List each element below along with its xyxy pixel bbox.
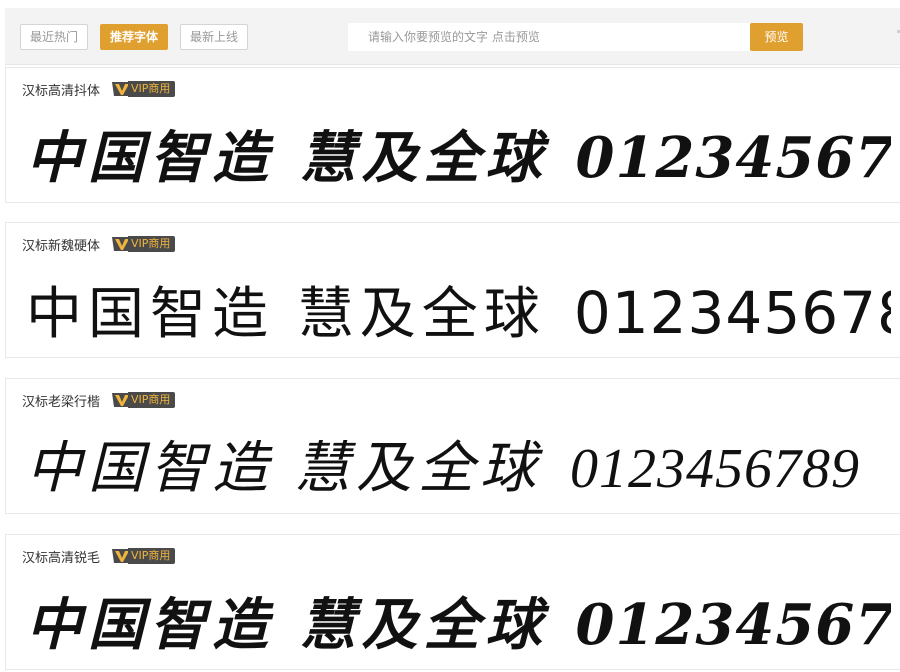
- toolbar: 最近热门 推荐字体 最新上线 请输入你要预览的文字 点击预览 预览: [5, 8, 900, 65]
- sample-digits: 0123456789: [575, 125, 892, 191]
- font-name[interactable]: 汉标高清抖体: [22, 80, 100, 99]
- font-name[interactable]: 汉标高清锐毛: [22, 547, 100, 566]
- sample-chinese-text: 中国智造 慧及全球: [26, 125, 548, 191]
- tab-recent-hot[interactable]: 最近热门: [20, 24, 89, 50]
- sample-digits: 0123456789: [575, 592, 892, 658]
- preview-button[interactable]: 预览: [750, 23, 803, 51]
- font-card[interactable]: 汉标高清抖体 VIP商用 中国智造 慧及全球 0123456789: [5, 67, 900, 203]
- font-preview-sample: 中国智造 慧及全球 0123456789: [26, 273, 891, 353]
- font-preview-sample: 中国智造 慧及全球 0123456789: [26, 118, 891, 198]
- sample-digits: 0123456789: [570, 438, 860, 500]
- tab-newest[interactable]: 最新上线: [180, 24, 249, 50]
- vip-badge: VIP商用: [110, 80, 176, 98]
- font-card-header: 汉标高清锐毛 VIP商用: [22, 545, 176, 567]
- sample-digits: 0123456789: [573, 279, 891, 347]
- vip-badge: VIP商用: [110, 235, 176, 253]
- font-preview-sample: 中国智造 慧及全球 0123456789: [26, 585, 891, 665]
- font-card-header: 汉标新魏硬体 VIP商用: [22, 233, 176, 255]
- vip-label: VIP商用: [128, 81, 176, 97]
- vip-label: VIP商用: [128, 548, 176, 564]
- font-card[interactable]: 汉标高清锐毛 VIP商用 中国智造 慧及全球 0123456789: [5, 534, 900, 670]
- font-preview-sample: 中国智造 慧及全球 0123456789: [26, 429, 891, 509]
- preview-text-input[interactable]: 请输入你要预览的文字 点击预览: [348, 23, 754, 51]
- font-name[interactable]: 汉标新魏硬体: [22, 235, 100, 254]
- font-card-header: 汉标老梁行楷 VIP商用: [22, 389, 176, 411]
- font-card[interactable]: 汉标新魏硬体 VIP商用 中国智造 慧及全球 0123456789: [5, 222, 900, 358]
- sample-chinese-text: 中国智造 慧及全球: [26, 592, 548, 658]
- font-name[interactable]: 汉标老梁行楷: [22, 391, 100, 410]
- vip-label: VIP商用: [128, 392, 176, 408]
- font-card[interactable]: 汉标老梁行楷 VIP商用 中国智造 慧及全球 0123456789: [5, 378, 900, 514]
- tab-recommended-fonts[interactable]: 推荐字体: [100, 24, 169, 50]
- font-card-header: 汉标高清抖体 VIP商用: [22, 78, 176, 100]
- sample-chinese-text: 中国智造 慧及全球: [26, 438, 542, 500]
- vip-badge: VIP商用: [110, 391, 176, 409]
- sample-chinese-text: 中国智造 慧及全球: [26, 282, 546, 347]
- vip-badge: VIP商用: [110, 547, 176, 565]
- vip-label: VIP商用: [128, 236, 176, 252]
